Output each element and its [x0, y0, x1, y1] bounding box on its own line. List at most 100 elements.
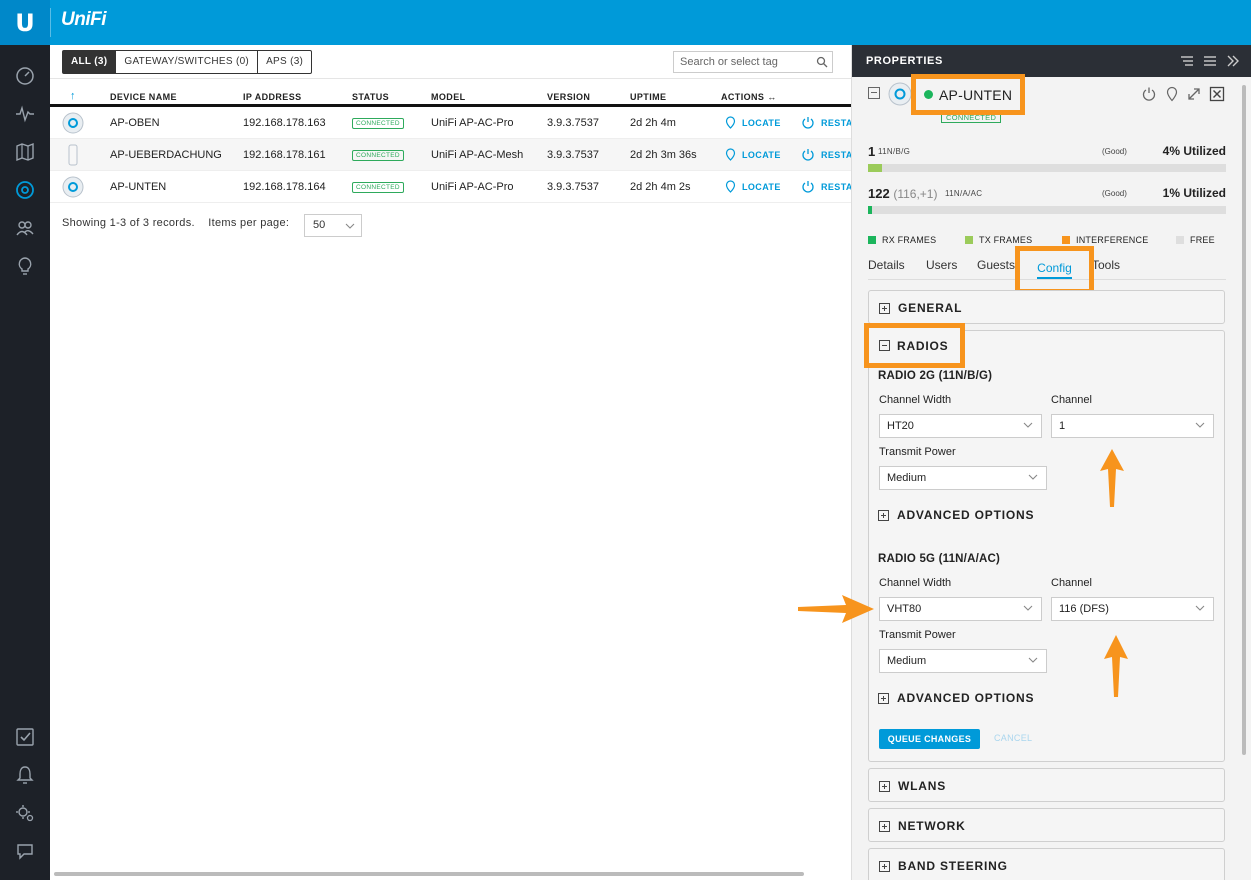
- section-general[interactable]: GENERAL: [868, 290, 1225, 324]
- radio-2g-channel-width-select[interactable]: HT20: [879, 414, 1042, 438]
- radio-2g-heading: RADIO 2G (11N/B/G): [878, 370, 993, 382]
- device-name[interactable]: AP-OBEN: [110, 117, 160, 129]
- section-radios-header[interactable]: RADIOS: [864, 323, 965, 368]
- version: 3.9.3.7537: [547, 149, 599, 161]
- col-version[interactable]: VERSION: [547, 92, 590, 102]
- logo-separator: [50, 8, 51, 37]
- alerts-icon[interactable]: [0, 756, 50, 794]
- restart-action[interactable]: RESTA: [801, 180, 851, 194]
- clients-icon[interactable]: [0, 209, 50, 247]
- col-model[interactable]: MODEL: [431, 92, 466, 102]
- col-uptime[interactable]: UPTIME: [630, 92, 666, 102]
- utilization-percent: 1% Utilized: [1162, 186, 1226, 200]
- horizontal-scrollbar[interactable]: [54, 872, 804, 876]
- restart-action[interactable]: RESTA: [801, 116, 851, 130]
- collapse-panel-icon[interactable]: [1225, 53, 1241, 69]
- filter-all[interactable]: ALL (3): [63, 51, 117, 73]
- tab-details[interactable]: Details: [868, 258, 905, 272]
- locate-action[interactable]: LOCATE: [725, 116, 781, 129]
- version: 3.9.3.7537: [547, 117, 599, 129]
- section-band-steering[interactable]: BAND STEERING: [868, 848, 1225, 880]
- filter-gateway-switches[interactable]: GATEWAY/SWITCHES (0): [116, 51, 259, 73]
- vertical-scrollbar[interactable]: [1242, 85, 1246, 755]
- locate-pin-icon[interactable]: [1164, 86, 1180, 102]
- radio-2g-channel-select[interactable]: 1: [1051, 414, 1214, 438]
- radio-5g-advanced-options[interactable]: ADVANCED OPTIONS: [878, 691, 1034, 705]
- properties-header: PROPERTIES: [852, 45, 1251, 77]
- dashboard-icon[interactable]: [0, 57, 50, 95]
- menu-icon[interactable]: [1202, 53, 1218, 69]
- restart-icon[interactable]: [1141, 86, 1157, 102]
- search-icon[interactable]: [816, 56, 828, 68]
- chevron-down-icon: [1023, 422, 1033, 428]
- quality-label: (Good): [1102, 189, 1127, 198]
- section-header[interactable]: GENERAL: [879, 301, 962, 315]
- unifi-brand: UniFi: [61, 9, 107, 30]
- restart-icon: [802, 181, 814, 193]
- table-row[interactable]: AP-UNTEN 192.168.178.164 CONNECTED UniFi…: [50, 171, 851, 203]
- section-header[interactable]: NETWORK: [879, 819, 966, 833]
- statistics-icon[interactable]: [0, 95, 50, 133]
- expand-icon[interactable]: [1186, 86, 1202, 102]
- col-device-name[interactable]: DEVICE NAME: [110, 92, 177, 102]
- items-per-page-select[interactable]: 50: [304, 214, 362, 237]
- tab-config[interactable]: Config: [1037, 261, 1072, 279]
- tab-config-highlight[interactable]: Config: [1015, 246, 1094, 294]
- section-header[interactable]: WLANS: [879, 779, 946, 793]
- restart-icon: [802, 117, 814, 129]
- locate-action[interactable]: LOCATE: [725, 148, 781, 161]
- filter-aps[interactable]: APS (3): [258, 51, 311, 73]
- device-name[interactable]: AP-UNTEN: [110, 181, 166, 193]
- tab-users[interactable]: Users: [926, 258, 957, 272]
- uptime: 2d 2h 3m 36s: [630, 149, 697, 161]
- status-badge: CONNECTED: [352, 182, 404, 193]
- map-icon[interactable]: [0, 133, 50, 171]
- events-icon[interactable]: [0, 718, 50, 756]
- tab-guests[interactable]: Guests: [977, 258, 1015, 272]
- queue-changes-button[interactable]: QUEUE CHANGES: [879, 729, 980, 749]
- restart-action[interactable]: RESTA: [801, 148, 851, 162]
- utilization-fill: [868, 206, 872, 214]
- collapse-device-icon[interactable]: [868, 87, 880, 99]
- expand-icon: [879, 860, 890, 872]
- ip-address: 192.168.178.164: [243, 181, 326, 193]
- radio-2g-advanced-options[interactable]: ADVANCED OPTIONS: [878, 508, 1034, 522]
- radio-2g-transmit-power-select[interactable]: Medium: [879, 466, 1047, 490]
- radio-5g-transmit-power-select[interactable]: Medium: [879, 649, 1047, 673]
- chevron-down-icon: [1028, 657, 1038, 663]
- toolbar-divider: [50, 78, 851, 79]
- col-ip-address[interactable]: IP ADDRESS: [243, 92, 302, 102]
- locate-action[interactable]: LOCATE: [725, 180, 781, 193]
- chat-icon[interactable]: [0, 832, 50, 870]
- band-label: 11N/A/AC: [945, 189, 983, 198]
- insights-icon[interactable]: [0, 247, 50, 285]
- radio-5g-channel-width-select[interactable]: VHT80: [879, 597, 1042, 621]
- col-status[interactable]: STATUS: [352, 92, 389, 102]
- device-name[interactable]: AP-UEBERDACHUNG: [110, 149, 222, 161]
- chevron-down-icon: [1195, 605, 1205, 611]
- sort-lines-icon[interactable]: [1179, 53, 1195, 69]
- tab-tools[interactable]: Tools: [1092, 258, 1120, 272]
- table-row[interactable]: AP-OBEN 192.168.178.163 CONNECTED UniFi …: [50, 107, 851, 139]
- radio-5g-channel-select[interactable]: 116 (DFS): [1051, 597, 1214, 621]
- band-label: 11N/B/G: [878, 147, 911, 156]
- close-icon[interactable]: [1209, 86, 1225, 102]
- channel-number: 122 (116,+1): [868, 186, 937, 201]
- devices-icon[interactable]: [0, 171, 50, 209]
- section-header[interactable]: BAND STEERING: [879, 859, 1008, 873]
- sort-arrow-icon[interactable]: ↑: [70, 90, 76, 102]
- section-network[interactable]: NETWORK: [868, 808, 1225, 842]
- quality-label: (Good): [1102, 147, 1127, 156]
- device-name-highlight: AP-UNTEN: [911, 74, 1025, 115]
- tag-search-input[interactable]: Search or select tag: [673, 51, 833, 73]
- ubiquiti-logo[interactable]: U: [0, 0, 50, 45]
- section-title: BAND STEERING: [898, 859, 1008, 873]
- section-wlans[interactable]: WLANS: [868, 768, 1225, 802]
- utilization-bar: [868, 164, 1226, 172]
- cancel-button[interactable]: CANCEL: [994, 733, 1032, 743]
- annotation-arrow-up-icon: [1100, 449, 1124, 507]
- table-row[interactable]: AP-UEBERDACHUNG 192.168.178.161 CONNECTE…: [50, 139, 851, 171]
- side-nav: [0, 45, 50, 880]
- settings-icon[interactable]: [0, 794, 50, 832]
- properties-panel: PROPERTIES CONNECTED AP-UNTEN 1 11N/B/G …: [851, 45, 1251, 880]
